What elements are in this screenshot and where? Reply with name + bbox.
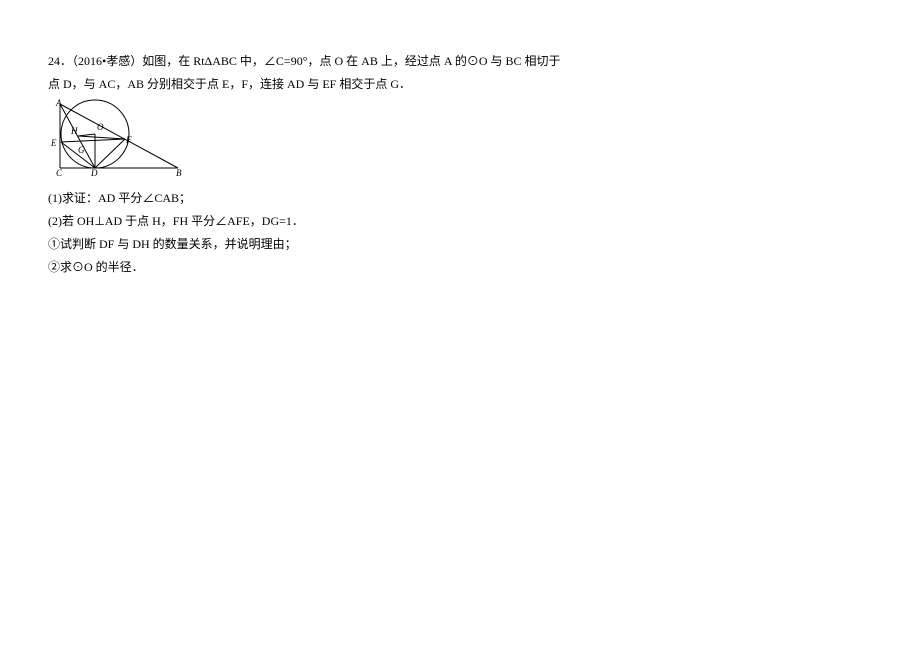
- problem-line-1: 24．（2016•孝感）如图，在 RtΔABC 中，∠C=90°，点 O 在 A…: [48, 50, 848, 73]
- problem-line-2: 点 D，与 AC，AB 分别相交于点 E，F，连接 AD 与 EF 相交于点 G…: [48, 73, 848, 96]
- question-2a: ①试判断 DF 与 DH 的数量关系，并说明理由；: [48, 233, 848, 256]
- question-2b: ②求⊙O 的半径．: [48, 256, 848, 279]
- segment-FD: [95, 139, 125, 168]
- label-O: O: [97, 122, 104, 132]
- question-2: (2)若 OH⊥AD 于点 H，FH 平分∠AFE，DG=1．: [48, 210, 848, 233]
- figure-svg: A B C D E F G H O: [48, 98, 188, 178]
- segment-EF: [61, 139, 125, 142]
- label-D: D: [90, 168, 98, 178]
- geometry-figure: A B C D E F G H O: [48, 98, 848, 186]
- page: 24．（2016•孝感）如图，在 RtΔABC 中，∠C=90°，点 O 在 A…: [0, 0, 848, 279]
- label-H: H: [70, 126, 78, 136]
- label-E: E: [50, 138, 57, 148]
- label-B: B: [176, 168, 182, 178]
- segment-FH: [78, 136, 125, 139]
- label-F: F: [125, 135, 132, 145]
- question-1: (1)求证：AD 平分∠CAB；: [48, 187, 848, 210]
- label-A: A: [55, 98, 62, 108]
- label-G: G: [78, 145, 85, 155]
- label-C: C: [56, 168, 63, 178]
